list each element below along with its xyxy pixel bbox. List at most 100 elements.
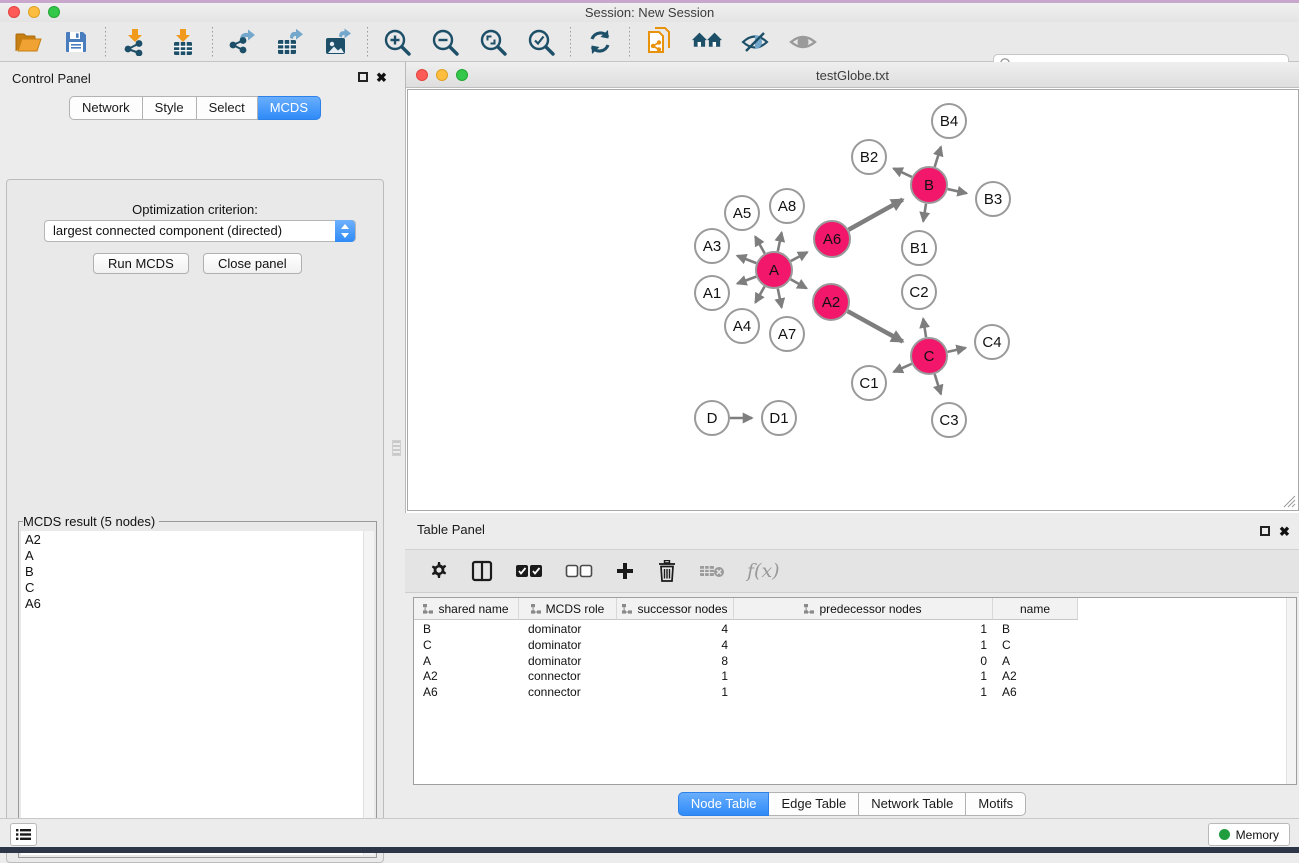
add-column-icon[interactable]: [615, 561, 635, 581]
split-columns-icon[interactable]: [471, 560, 493, 582]
result-item[interactable]: A: [25, 548, 363, 564]
float-panel-icon[interactable]: [358, 72, 368, 82]
run-mcds-button[interactable]: Run MCDS: [93, 253, 189, 274]
graph-edge-C-C3[interactable]: [935, 374, 941, 394]
table-scrollbar[interactable]: [1286, 598, 1296, 784]
deselect-all-columns-icon[interactable]: [565, 564, 593, 578]
graph-node-B[interactable]: B: [911, 167, 947, 203]
graph-edge-B-B3[interactable]: [948, 189, 967, 193]
close-panel-icon[interactable]: ✖: [376, 73, 387, 83]
table-row[interactable]: Bdominator41B: [414, 621, 1078, 637]
tab-select[interactable]: Select: [197, 96, 258, 120]
open-file-icon[interactable]: [12, 27, 44, 57]
tab-node-table[interactable]: Node Table: [678, 792, 770, 816]
graph-node-A2[interactable]: A2: [813, 284, 849, 320]
graph-edge-C-C4[interactable]: [948, 348, 966, 352]
graph-edge-A-A3[interactable]: [737, 256, 756, 263]
close-panel-button[interactable]: Close panel: [203, 253, 302, 274]
delete-table-icon[interactable]: [699, 563, 725, 579]
table-row[interactable]: Adominator80A: [414, 653, 1078, 669]
graph-edge-A-A2[interactable]: [791, 279, 807, 288]
graph-node-C[interactable]: C: [911, 338, 947, 374]
graph-node-B3[interactable]: B3: [976, 182, 1010, 216]
tab-motifs[interactable]: Motifs: [966, 792, 1026, 816]
graph-node-A[interactable]: A: [756, 252, 792, 288]
graph-node-A7[interactable]: A7: [770, 317, 804, 351]
graph-edge-A-A4[interactable]: [755, 286, 764, 302]
result-item[interactable]: A2: [25, 532, 363, 548]
column-header-shared-name[interactable]: shared name: [414, 598, 519, 620]
graph-edge-A-A1[interactable]: [737, 277, 756, 284]
column-header-name[interactable]: name: [993, 598, 1078, 620]
graph-node-C3[interactable]: C3: [932, 403, 966, 437]
tab-network-table[interactable]: Network Table: [859, 792, 966, 816]
graph-edge-A-A7[interactable]: [778, 289, 782, 308]
network-canvas[interactable]: B4 B2 B B3 A8 A5 A6 A3 B1 A A1 C2 A2 A4 A7 C4 C C1 C3 D D1: [407, 89, 1299, 511]
graph-node-D1[interactable]: D1: [762, 401, 796, 435]
result-item[interactable]: B: [25, 564, 363, 580]
graph-edge-C-C1[interactable]: [894, 364, 912, 372]
export-table-icon[interactable]: [274, 27, 306, 57]
duplicate-network-icon[interactable]: [643, 27, 675, 57]
function-builder-icon[interactable]: f(x): [747, 560, 780, 582]
task-history-button[interactable]: [10, 823, 37, 846]
table-settings-icon[interactable]: [427, 560, 449, 582]
save-session-icon[interactable]: [60, 27, 92, 57]
graph-node-A6[interactable]: A6: [814, 221, 850, 257]
cyndex-home-icon[interactable]: [691, 27, 723, 57]
graph-edge-A-A8[interactable]: [778, 232, 782, 251]
select-all-columns-icon[interactable]: [515, 564, 543, 578]
float-table-panel-icon[interactable]: [1260, 526, 1270, 536]
tab-edge-table[interactable]: Edge Table: [769, 792, 859, 816]
graph-edge-B-B2[interactable]: [893, 168, 911, 177]
close-table-panel-icon[interactable]: ✖: [1279, 527, 1290, 537]
tab-style[interactable]: Style: [143, 96, 197, 120]
graph-edge-C-C2[interactable]: [923, 319, 926, 338]
export-network-icon[interactable]: [226, 27, 258, 57]
tab-network[interactable]: Network: [69, 96, 143, 120]
show-graphics-details-icon[interactable]: [787, 27, 819, 57]
column-header-successor-nodes[interactable]: successor nodes: [617, 598, 734, 620]
graph-node-D[interactable]: D: [695, 401, 729, 435]
graph-edge-A-A5[interactable]: [755, 237, 764, 254]
graph-edge-B-B4[interactable]: [935, 147, 941, 167]
zoom-in-icon[interactable]: [381, 27, 413, 57]
refresh-view-icon[interactable]: [584, 27, 616, 57]
graph-edge-A-A6[interactable]: [791, 252, 808, 261]
graph-node-C2[interactable]: C2: [902, 275, 936, 309]
resize-grip-icon[interactable]: [1283, 495, 1296, 508]
table-row[interactable]: Cdominator41C: [414, 637, 1078, 653]
optimization-criterion-select[interactable]: largest connected component (directed): [44, 220, 356, 242]
graph-node-A3[interactable]: A3: [695, 229, 729, 263]
memory-button[interactable]: Memory: [1208, 823, 1290, 846]
graph-edge-B-B1[interactable]: [923, 204, 926, 222]
graph-node-C1[interactable]: C1: [852, 366, 886, 400]
import-network-icon[interactable]: [119, 27, 151, 57]
column-header-mcds-role[interactable]: MCDS role: [519, 598, 617, 620]
hide-graphics-details-icon[interactable]: [739, 27, 771, 57]
panel-divider-grip[interactable]: [392, 440, 401, 456]
result-scrollbar[interactable]: [363, 531, 374, 855]
zoom-out-icon[interactable]: [429, 27, 461, 57]
table-row[interactable]: A2connector11A2: [414, 668, 1078, 684]
graph-node-A4[interactable]: A4: [725, 309, 759, 343]
tab-mcds[interactable]: MCDS: [258, 96, 321, 120]
export-image-icon[interactable]: [322, 27, 354, 57]
zoom-fit-icon[interactable]: [477, 27, 509, 57]
graph-node-A1[interactable]: A1: [695, 276, 729, 310]
result-item[interactable]: A6: [25, 596, 363, 612]
graph-edge-A2-C[interactable]: [848, 311, 903, 341]
graph-node-A5[interactable]: A5: [725, 196, 759, 230]
result-item[interactable]: C: [25, 580, 363, 596]
import-table-icon[interactable]: [167, 27, 199, 57]
zoom-selected-icon[interactable]: [525, 27, 557, 57]
graph-node-C4[interactable]: C4: [975, 325, 1009, 359]
graph-node-B2[interactable]: B2: [852, 140, 886, 174]
column-header-predecessor-nodes[interactable]: predecessor nodes: [734, 598, 993, 620]
table-row[interactable]: A6connector11A6: [414, 684, 1078, 700]
delete-columns-icon[interactable]: [657, 560, 677, 582]
graph-node-A8[interactable]: A8: [770, 189, 804, 223]
graph-node-B1[interactable]: B1: [902, 231, 936, 265]
graph-node-B4[interactable]: B4: [932, 104, 966, 138]
graph-edge-A6-B[interactable]: [849, 200, 903, 230]
